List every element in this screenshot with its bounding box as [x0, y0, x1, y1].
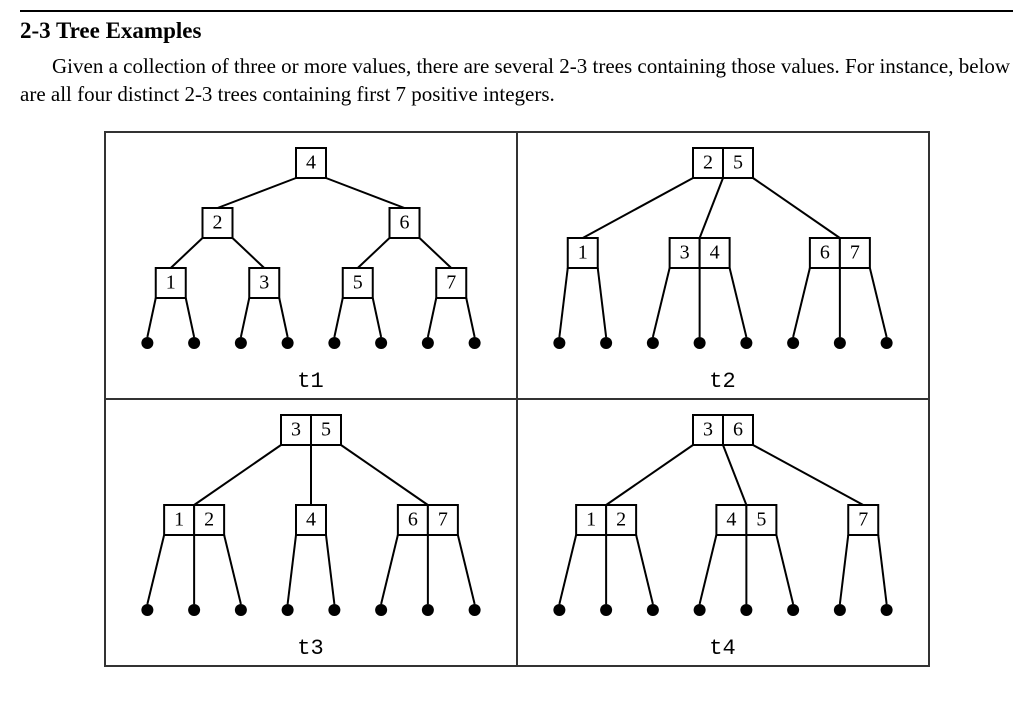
svg-text:7: 7: [849, 241, 859, 263]
tree-t2: 1 34 67 25: [518, 133, 928, 363]
tree-label-t3: t3: [106, 630, 516, 663]
svg-text:3: 3: [291, 418, 301, 440]
tree-t4: 12 45 7 36: [518, 400, 928, 630]
intro-paragraph: Given a collection of three or more valu…: [20, 52, 1013, 109]
tree-t1: 1 3 2 5 7 6 4: [106, 133, 516, 363]
svg-text:2: 2: [616, 508, 626, 530]
svg-text:2: 2: [212, 211, 222, 233]
svg-text:7: 7: [858, 508, 868, 530]
svg-text:5: 5: [756, 508, 766, 530]
svg-text:3: 3: [703, 418, 713, 440]
svg-text:6: 6: [399, 211, 409, 233]
svg-text:1: 1: [577, 241, 587, 263]
svg-text:5: 5: [352, 271, 362, 293]
svg-text:3: 3: [679, 241, 689, 263]
svg-text:5: 5: [321, 418, 331, 440]
svg-text:4: 4: [306, 151, 316, 173]
svg-text:4: 4: [726, 508, 736, 530]
svg-text:7: 7: [437, 508, 447, 530]
tree-label-t1: t1: [106, 363, 516, 396]
top-rule: [20, 10, 1013, 12]
svg-text:2: 2: [703, 151, 713, 173]
svg-text:6: 6: [733, 418, 743, 440]
page: 2-3 Tree Examples Given a collection of …: [0, 0, 1033, 697]
svg-text:3: 3: [259, 271, 269, 293]
svg-text:1: 1: [165, 271, 175, 293]
svg-text:1: 1: [586, 508, 596, 530]
svg-text:7: 7: [446, 271, 456, 293]
svg-text:4: 4: [306, 508, 316, 530]
svg-text:6: 6: [819, 241, 829, 263]
figure-grid: 1325764t1 1346725t2 1246735t3 1245736t4: [104, 131, 930, 667]
svg-text:1: 1: [174, 508, 184, 530]
svg-text:6: 6: [407, 508, 417, 530]
svg-text:5: 5: [733, 151, 743, 173]
svg-text:2: 2: [204, 508, 214, 530]
tree-t3: 12 4 67 35: [106, 400, 516, 630]
tree-label-t2: t2: [518, 363, 928, 396]
svg-text:4: 4: [709, 241, 719, 263]
page-title: 2-3 Tree Examples: [20, 18, 1013, 44]
tree-label-t4: t4: [518, 630, 928, 663]
